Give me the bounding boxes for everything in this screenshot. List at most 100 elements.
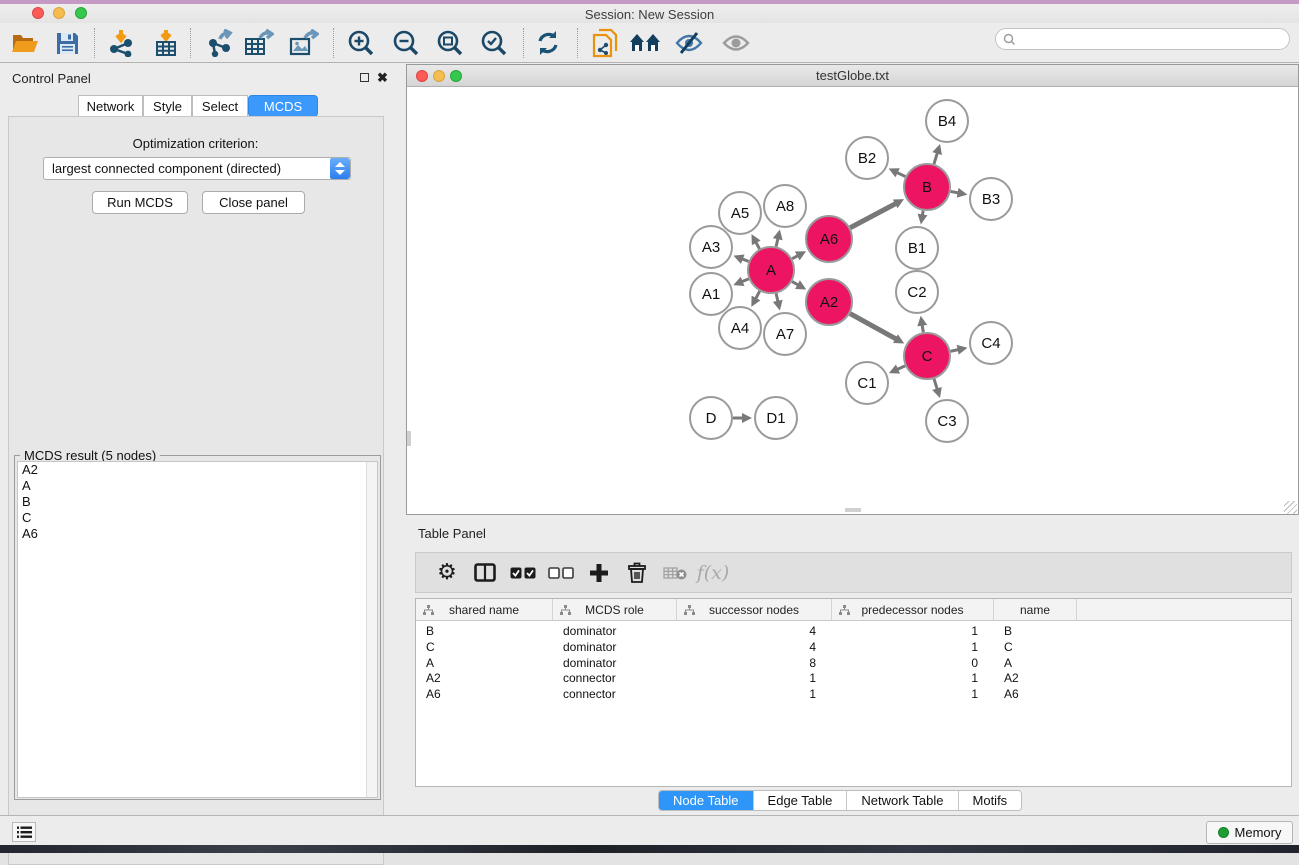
column-header-name[interactable]: name	[994, 599, 1077, 621]
delete-column-icon[interactable]	[618, 558, 656, 588]
node-B[interactable]: B	[904, 164, 950, 210]
import-network-icon[interactable]	[105, 26, 139, 60]
node-A7[interactable]: A7	[764, 313, 806, 355]
cell[interactable]: C	[994, 639, 1077, 655]
node-A8[interactable]: A8	[764, 185, 806, 227]
cell[interactable]: A	[416, 655, 553, 671]
cell[interactable]: 1	[832, 623, 994, 639]
table-row-C[interactable]: Cdominator41C	[416, 639, 1291, 655]
network-canvas[interactable]: B4B2BB3A5A8A6A3AB1A1C2A2A4A7CC4C1C3DD1	[407, 88, 1298, 514]
run-mcds-button[interactable]: Run MCDS	[92, 191, 188, 214]
tab-edge-table[interactable]: Edge Table	[754, 791, 848, 810]
tab-node-table[interactable]: Node Table	[659, 791, 754, 810]
node-C2[interactable]: C2	[896, 271, 938, 313]
save-session-icon[interactable]	[50, 26, 84, 60]
select-all-columns-icon[interactable]	[504, 558, 542, 588]
node-C4[interactable]: C4	[970, 322, 1012, 364]
table-row-A6[interactable]: A6connector11A6	[416, 686, 1291, 702]
gear-icon[interactable]: ⚙	[428, 558, 466, 588]
column-header-predecessor-nodes[interactable]: predecessor nodes	[832, 599, 994, 621]
table-row-A[interactable]: Adominator80A	[416, 655, 1291, 671]
create-column-icon[interactable]	[580, 558, 618, 588]
cell[interactable]: A6	[416, 686, 553, 702]
cell[interactable]: B	[994, 623, 1077, 639]
cell[interactable]: dominator	[553, 623, 677, 639]
cell[interactable]: 8	[677, 655, 832, 671]
result-list-item[interactable]: B	[18, 494, 377, 510]
zoom-out-icon[interactable]	[389, 26, 423, 60]
node-D[interactable]: D	[690, 397, 732, 439]
node-B1[interactable]: B1	[896, 227, 938, 269]
cell[interactable]: B	[416, 623, 553, 639]
function-builder-icon[interactable]: f(x)	[694, 558, 732, 588]
cell[interactable]: A2	[994, 670, 1077, 686]
network-window-titlebar[interactable]: testGlobe.txt	[407, 65, 1298, 87]
network-graph[interactable]: B4B2BB3A5A8A6A3AB1A1C2A2A4A7CC4C1C3DD1	[407, 88, 1298, 514]
delete-table-icon[interactable]	[656, 558, 694, 588]
cell[interactable]: 4	[677, 623, 832, 639]
tab-network-table[interactable]: Network Table	[847, 791, 958, 810]
node-D1[interactable]: D1	[755, 397, 797, 439]
cell[interactable]: A6	[994, 686, 1077, 702]
node-A3[interactable]: A3	[690, 226, 732, 268]
result-list-item[interactable]: A6	[18, 526, 377, 542]
node-A5[interactable]: A5	[719, 192, 761, 234]
tab-network[interactable]: Network	[78, 95, 143, 117]
column-header-successor-nodes[interactable]: successor nodes	[677, 599, 832, 621]
split-view-icon[interactable]	[466, 558, 504, 588]
export-image-icon[interactable]	[287, 26, 321, 60]
cell[interactable]: 1	[677, 686, 832, 702]
open-file-icon[interactable]	[8, 26, 42, 60]
criterion-dropdown[interactable]: largest connected component (directed)	[43, 157, 351, 180]
cell[interactable]: 1	[832, 670, 994, 686]
node-B3[interactable]: B3	[970, 178, 1012, 220]
result-list-item[interactable]: A	[18, 478, 377, 494]
tab-motifs[interactable]: Motifs	[959, 791, 1022, 810]
zoom-fit-icon[interactable]	[433, 26, 467, 60]
edge-A2-C[interactable]	[850, 314, 897, 340]
close-panel-button[interactable]: Close panel	[202, 191, 305, 214]
mcds-result-list[interactable]: A2ABCA6	[17, 461, 378, 798]
cell[interactable]: 1	[832, 639, 994, 655]
cell[interactable]: C	[416, 639, 553, 655]
task-history-button[interactable]	[12, 822, 36, 842]
new-network-from-selection-icon[interactable]	[588, 26, 622, 60]
search-input[interactable]	[1020, 32, 1289, 46]
node-A1[interactable]: A1	[690, 273, 732, 315]
horizontal-scroll-indicator[interactable]	[845, 508, 861, 512]
result-list-item[interactable]: A2	[18, 462, 377, 478]
float-panel-icon[interactable]	[358, 71, 371, 84]
table-row-A2[interactable]: A2connector11A2	[416, 670, 1291, 686]
cell[interactable]: 1	[677, 670, 832, 686]
table-row-B[interactable]: Bdominator41B	[416, 623, 1291, 639]
refresh-icon[interactable]	[531, 26, 565, 60]
cell[interactable]: connector	[553, 686, 677, 702]
tab-mcds[interactable]: MCDS	[248, 95, 318, 117]
cell[interactable]: 1	[832, 686, 994, 702]
cell[interactable]: A	[994, 655, 1077, 671]
cell[interactable]: dominator	[553, 655, 677, 671]
node-A[interactable]: A	[748, 247, 794, 293]
hide-selected-icon[interactable]	[672, 26, 706, 60]
node-C1[interactable]: C1	[846, 362, 888, 404]
node-A2[interactable]: A2	[806, 279, 852, 325]
node-C[interactable]: C	[904, 333, 950, 379]
result-list-item[interactable]: C	[18, 510, 377, 526]
tab-style[interactable]: Style	[143, 95, 192, 117]
vertical-scroll-indicator[interactable]	[407, 431, 411, 446]
edge-A6-B[interactable]	[850, 203, 897, 228]
tab-select[interactable]: Select	[192, 95, 248, 117]
node-B4[interactable]: B4	[926, 100, 968, 142]
cell[interactable]: connector	[553, 670, 677, 686]
node-B2[interactable]: B2	[846, 137, 888, 179]
show-all-icon[interactable]	[719, 26, 753, 60]
memory-button[interactable]: Memory	[1206, 821, 1293, 844]
search-field[interactable]	[995, 28, 1290, 50]
export-network-icon[interactable]	[203, 26, 237, 60]
zoom-in-icon[interactable]	[344, 26, 378, 60]
node-A6[interactable]: A6	[806, 216, 852, 262]
close-panel-icon[interactable]: ✖	[376, 71, 389, 84]
deselect-all-columns-icon[interactable]	[542, 558, 580, 588]
cell[interactable]: 4	[677, 639, 832, 655]
column-header-MCDS-role[interactable]: MCDS role	[553, 599, 677, 621]
